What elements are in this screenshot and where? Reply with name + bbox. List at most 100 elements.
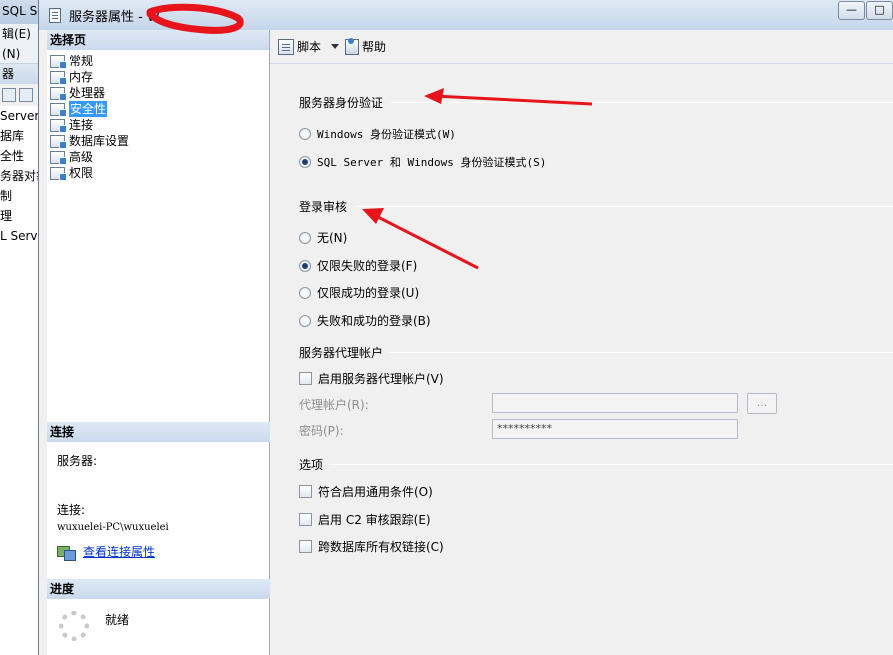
connection-value: wuxuelei-PC\wuxuelei	[57, 522, 169, 533]
select-page-header: 选择页	[47, 30, 269, 50]
cross-db-chaining-checkbox[interactable]: 跨数据库所有权链接(C)	[299, 538, 444, 555]
connection-properties-icon	[57, 544, 76, 561]
checkbox-box	[299, 372, 312, 385]
login-audit-title: 登录审核	[299, 200, 348, 214]
help-label: 帮助	[362, 40, 387, 54]
page-item-label: 连接	[69, 118, 94, 132]
page-item-label: 权限	[69, 166, 94, 180]
help-button[interactable]: 帮助	[345, 37, 387, 55]
page-icon	[50, 70, 67, 85]
tree-item[interactable]: 制	[0, 186, 43, 206]
page-item-label: 安全性	[69, 101, 108, 117]
proxy-title: 服务器代理帐户	[299, 346, 384, 360]
page-item-database-settings[interactable]: 数据库设置	[50, 133, 269, 149]
common-criteria-label: 符合启用通用条件(O)	[318, 485, 433, 499]
page-item-label: 处理器	[69, 86, 106, 100]
proxy-divider	[389, 352, 893, 353]
view-connection-properties-link[interactable]: 查看连接属性	[57, 543, 260, 561]
connect-icon[interactable]	[2, 88, 16, 102]
login-audit-divider	[355, 206, 893, 207]
page-item-security[interactable]: 安全性	[50, 101, 269, 117]
dialog-titlebar[interactable]: 服务器属性 - W — □	[39, 0, 893, 30]
cross-db-chaining-label: 跨数据库所有权链接(C)	[318, 540, 444, 554]
security-page: 脚本 帮助 服务器身份验证 Windows 身份验证模式(W) SQL Serv…	[270, 30, 893, 655]
progress-header: 进度	[47, 579, 270, 599]
mixed-auth-radio[interactable]: SQL Server 和 Windows 身份验证模式(S)	[299, 154, 546, 170]
password-label: 密码(P):	[299, 424, 344, 438]
dialog-document-icon	[49, 7, 61, 23]
windows-auth-label: Windows 身份验证模式(W)	[317, 128, 456, 141]
checkbox-box	[299, 540, 312, 553]
script-label: 脚本	[297, 40, 322, 54]
tree-item[interactable]: 理	[0, 206, 43, 226]
radio-circle	[299, 128, 311, 140]
page-item-label: 高级	[69, 150, 94, 164]
page-icon	[50, 134, 67, 149]
audit-failed-only-radio[interactable]: 仅限失败的登录(F)	[299, 257, 417, 274]
proxy-account-label: 代理帐户(R):	[299, 398, 369, 412]
tree-item[interactable]: 全性	[0, 146, 43, 166]
options-divider	[329, 464, 893, 465]
script-dropdown-arrow-icon[interactable]	[331, 44, 340, 49]
page-item-processors[interactable]: 处理器	[50, 85, 269, 101]
script-button[interactable]: 脚本	[278, 38, 321, 55]
windows-auth-radio[interactable]: Windows 身份验证模式(W)	[299, 126, 456, 142]
options-title: 选项	[299, 458, 324, 472]
mixed-auth-label: SQL Server 和 Windows 身份验证模式(S)	[317, 156, 547, 169]
tree-item[interactable]: L Serve	[0, 226, 43, 246]
page-item-general[interactable]: 常规	[50, 53, 269, 69]
server-auth-title: 服务器身份验证	[299, 96, 384, 110]
server-value	[57, 473, 260, 483]
password-input[interactable]: **********	[492, 419, 738, 439]
progress-spinner-icon	[59, 611, 89, 641]
radio-circle	[299, 286, 311, 299]
audit-none-radio[interactable]: 无(N)	[299, 229, 347, 246]
common-criteria-checkbox[interactable]: 符合启用通用条件(O)	[299, 483, 433, 500]
background-menu-edit[interactable]: 辑(E)	[0, 24, 43, 44]
connection-section: 连接 服务器: 连接: wuxuelei-PC\wuxuelei 查看连接属性	[47, 422, 270, 561]
audit-both-radio[interactable]: 失败和成功的登录(B)	[299, 312, 431, 329]
view-connection-properties-text[interactable]: 查看连接属性	[83, 543, 155, 560]
object-explorer-header: 器	[0, 64, 43, 84]
radio-circle	[299, 314, 311, 327]
background-menu-new[interactable]: (N)	[0, 44, 43, 64]
radio-circle	[299, 231, 311, 244]
refresh-icon[interactable]	[19, 88, 33, 102]
minimize-button[interactable]: —	[838, 1, 865, 20]
c2-audit-label: 启用 C2 审核跟踪(E)	[318, 513, 431, 527]
proxy-browse-button[interactable]: ...	[747, 393, 777, 414]
tree-item[interactable]: 据库	[0, 126, 43, 146]
object-explorer-tree: Server 据库 全性 务器对象 制 理 L Serve	[0, 106, 43, 655]
maximize-button[interactable]: □	[866, 1, 893, 20]
object-explorer-toolbar	[0, 84, 43, 106]
page-icon	[50, 86, 67, 101]
server-label: 服务器:	[57, 454, 98, 468]
progress-section: 进度 就绪	[47, 579, 270, 655]
dialog-toolbar: 脚本 帮助	[270, 30, 893, 64]
page-icon	[50, 102, 67, 117]
page-item-advanced[interactable]: 高级	[50, 149, 269, 165]
enable-proxy-label: 启用服务器代理帐户(V)	[318, 372, 444, 386]
window-controls: — □	[838, 1, 893, 20]
proxy-account-input[interactable]	[492, 393, 738, 413]
tree-item[interactable]: Server	[0, 106, 43, 126]
page-icon	[50, 54, 67, 69]
page-item-connections[interactable]: 连接	[50, 117, 269, 133]
audit-both-label: 失败和成功的登录(B)	[317, 314, 431, 328]
page-icon	[50, 150, 67, 165]
audit-success-only-radio[interactable]: 仅限成功的登录(U)	[299, 284, 419, 301]
page-item-memory[interactable]: 内存	[50, 69, 269, 85]
left-pane: 选择页 常规 内存 处理器 安全性 连接 数据库设置 高级 权限 连接 服务器:…	[47, 30, 270, 655]
connection-header: 连接	[47, 422, 270, 442]
page-item-label: 数据库设置	[69, 134, 130, 148]
tree-item[interactable]: 务器对象	[0, 166, 43, 186]
page-item-label: 内存	[69, 70, 94, 84]
checkbox-box	[299, 513, 312, 526]
progress-status: 就绪	[105, 613, 130, 627]
enable-proxy-checkbox[interactable]: 启用服务器代理帐户(V)	[299, 370, 444, 387]
audit-failed-only-label: 仅限失败的登录(F)	[317, 259, 418, 273]
c2-audit-checkbox[interactable]: 启用 C2 审核跟踪(E)	[299, 511, 431, 528]
page-item-permissions[interactable]: 权限	[50, 165, 269, 181]
radio-circle	[299, 259, 311, 272]
help-icon	[345, 37, 360, 55]
